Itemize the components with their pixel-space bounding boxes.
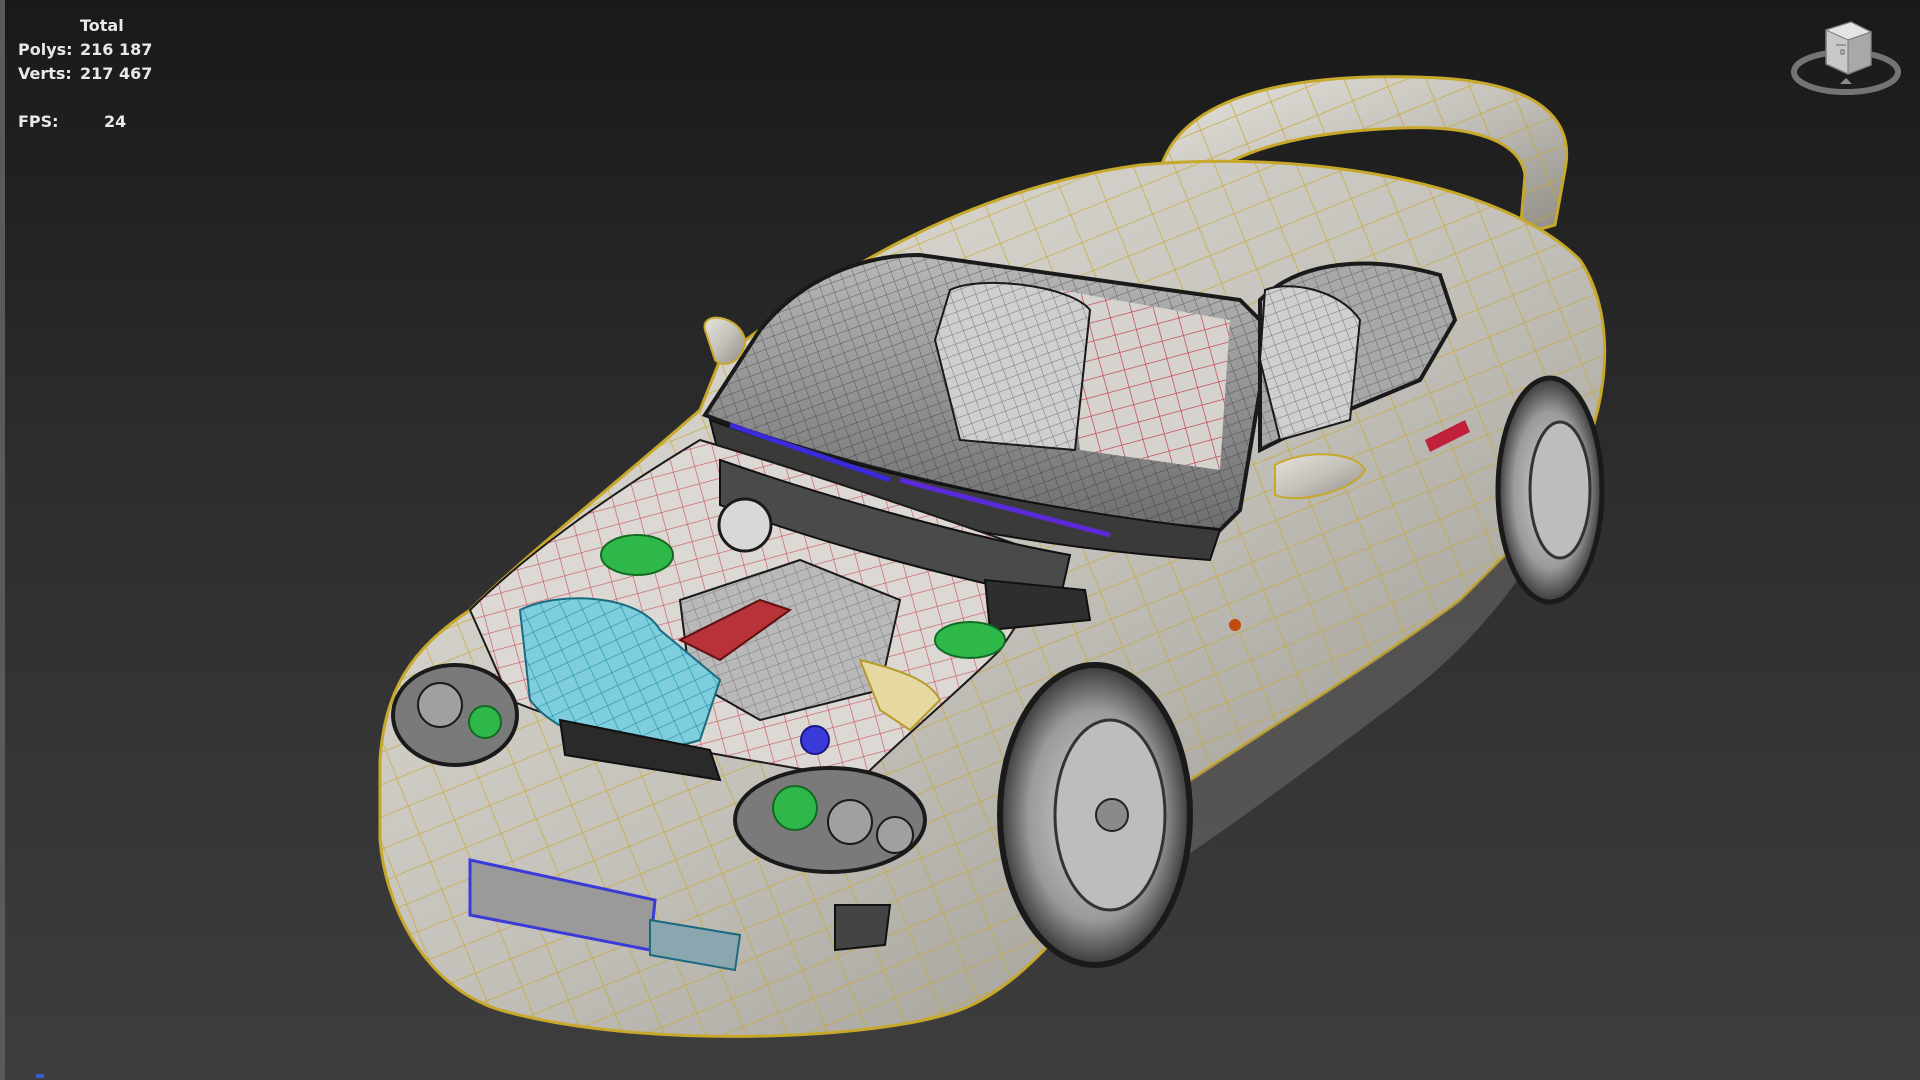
front-wheel	[997, 662, 1193, 968]
stats-header: Total	[80, 16, 124, 35]
car-wireframe-model[interactable]	[0, 0, 1920, 1080]
polys-row: Polys: 216 187	[18, 38, 152, 62]
fps-value: 24	[104, 112, 127, 131]
axis-indicator	[36, 1074, 44, 1078]
polys-value: 216 187	[80, 40, 153, 59]
verts-row: Verts: 217 467	[18, 62, 152, 86]
viewport-statistics: Total Polys: 216 187 Verts: 217 467 FPS:…	[18, 14, 152, 134]
fps-row: FPS: 24	[18, 110, 152, 134]
polys-label: Polys:	[18, 40, 73, 59]
viewcube-icon[interactable]	[1786, 10, 1906, 100]
3d-viewport[interactable]: Total Polys: 216 187 Verts: 217 467 FPS:…	[0, 0, 1920, 1080]
rear-wheel	[1495, 375, 1605, 605]
fuel-cap-marker	[1229, 619, 1241, 631]
verts-value: 217 467	[80, 64, 153, 83]
verts-label: Verts:	[18, 64, 72, 83]
fps-label: FPS:	[18, 112, 59, 131]
